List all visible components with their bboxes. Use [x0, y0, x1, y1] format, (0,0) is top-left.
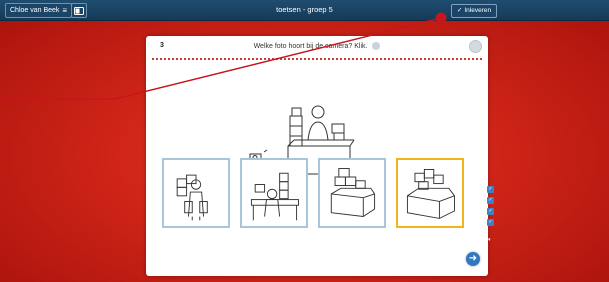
divider: [152, 58, 482, 60]
question-text-row: Welke foto hoort bij de camera? Klik.: [146, 42, 488, 50]
option-3-illustration: [330, 168, 376, 218]
progress-check-icon: ✓: [487, 208, 494, 215]
help-icon[interactable]: [469, 40, 482, 53]
scroll-down-icon[interactable]: ▾: [488, 237, 494, 243]
progress-check-icon: ✓: [487, 186, 494, 193]
option-1-illustration: [176, 174, 208, 221]
toggle-icon: [74, 6, 84, 15]
option-4-illustration: [406, 169, 455, 219]
progress-check-icon: ✓: [487, 219, 494, 226]
checkmark-icon: ✓: [456, 7, 463, 14]
option-2-illustration: [250, 172, 299, 221]
speaker-icon[interactable]: [372, 42, 381, 50]
submit-button[interactable]: ✓ Inleveren: [451, 4, 497, 18]
user-name: Chloe van Beek: [10, 7, 60, 14]
answer-option-4[interactable]: [396, 158, 464, 228]
page-title: toetsen - groep 5: [276, 5, 333, 14]
question-card: 3 Welke foto hoort bij de camera? Klik.: [146, 36, 488, 276]
progress-check-icon: ✓: [487, 197, 494, 204]
menu-icon: ≡: [62, 6, 68, 15]
answer-option-3[interactable]: [318, 158, 386, 228]
answer-option-1[interactable]: [162, 158, 230, 228]
answer-option-2[interactable]: [240, 158, 308, 228]
display-toggle-button[interactable]: [71, 3, 87, 18]
top-bar: Chloe van Beek ≡ toetsen - groep 5 ✓ Inle…: [0, 0, 609, 21]
user-menu-button[interactable]: Chloe van Beek ≡: [5, 3, 73, 18]
submit-label: Inleveren: [464, 7, 492, 14]
question-text: Welke foto hoort bij de camera? Klik.: [253, 42, 368, 50]
next-button[interactable]: ➜: [466, 252, 480, 266]
